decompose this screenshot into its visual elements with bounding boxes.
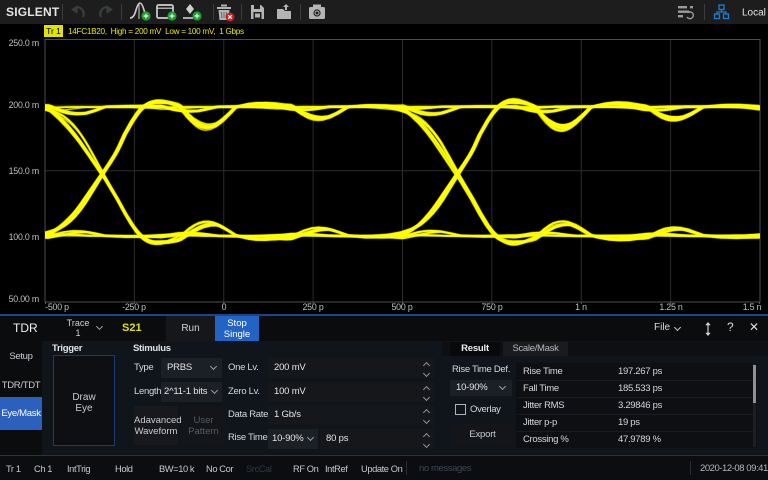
- svg-text:Local: Local: [742, 8, 766, 19]
